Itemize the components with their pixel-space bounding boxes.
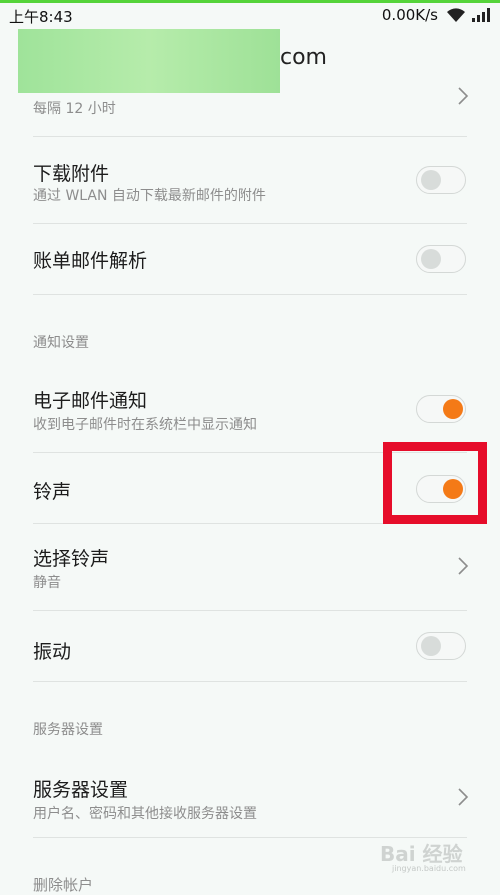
choose-ringtone-subtitle: 静音	[33, 575, 61, 591]
ringtone-title: 铃声	[33, 481, 72, 503]
bill-parsing-title: 账单邮件解析	[33, 250, 148, 272]
download-attachments-row[interactable]: 下载附件 通过 WLAN 自动下载最新邮件的附件	[0, 137, 500, 223]
notification-section-label: 通知设置	[33, 335, 89, 351]
divider	[33, 294, 467, 295]
network-speed: 0.00K/s	[381, 6, 438, 24]
server-settings-subtitle: 用户名、密码和其他接收服务器设置	[33, 806, 257, 822]
chevron-right-icon	[458, 788, 469, 806]
sync-interval-row[interactable]: 每隔 12 小时	[0, 87, 500, 136]
chevron-right-icon	[458, 87, 469, 105]
email-notification-toggle[interactable]	[416, 395, 466, 423]
chevron-right-icon	[458, 557, 469, 575]
server-settings-title: 服务器设置	[33, 779, 129, 801]
download-attachments-subtitle: 通过 WLAN 自动下载最新邮件的附件	[33, 188, 266, 204]
highlight-box	[383, 442, 487, 524]
toggle-knob	[421, 249, 441, 269]
vibrate-toggle[interactable]	[416, 632, 466, 660]
toggle-knob	[421, 170, 441, 190]
server-section-label: 服务器设置	[33, 722, 103, 738]
bill-parsing-row[interactable]: 账单邮件解析	[0, 224, 500, 294]
bill-parsing-toggle[interactable]	[416, 245, 466, 273]
download-attachments-title: 下载附件	[33, 163, 110, 185]
email-notification-subtitle: 收到电子邮件时在系统栏中显示通知	[33, 417, 257, 433]
toggle-knob	[421, 636, 441, 656]
app-header: com	[0, 29, 500, 94]
status-bar: 上午8:43 0.00K/s	[0, 3, 500, 29]
watermark: Bai 经验	[380, 842, 463, 866]
redacted-account-name	[18, 29, 280, 93]
status-time: 上午8:43	[9, 8, 73, 26]
toggle-knob	[443, 399, 463, 419]
vibrate-row[interactable]: 振动	[0, 611, 500, 681]
wifi-icon	[447, 8, 465, 22]
watermark-url: jingyan.baidu.com	[392, 864, 466, 873]
vibrate-title: 振动	[33, 641, 72, 663]
divider	[33, 681, 467, 682]
choose-ringtone-row[interactable]: 选择铃声 静音	[0, 524, 500, 610]
email-notification-row[interactable]: 电子邮件通知 收到电子邮件时在系统栏中显示通知	[0, 364, 500, 452]
delete-account-title: 删除帐户	[33, 876, 94, 894]
sync-interval-subtitle: 每隔 12 小时	[33, 101, 116, 117]
download-attachments-toggle[interactable]	[416, 166, 466, 194]
server-settings-row[interactable]: 服务器设置 用户名、密码和其他接收服务器设置	[0, 749, 500, 837]
email-notification-title: 电子邮件通知	[33, 390, 148, 412]
choose-ringtone-title: 选择铃声	[33, 548, 110, 570]
signal-icon	[472, 8, 490, 22]
page-title-suffix: com	[280, 45, 327, 70]
